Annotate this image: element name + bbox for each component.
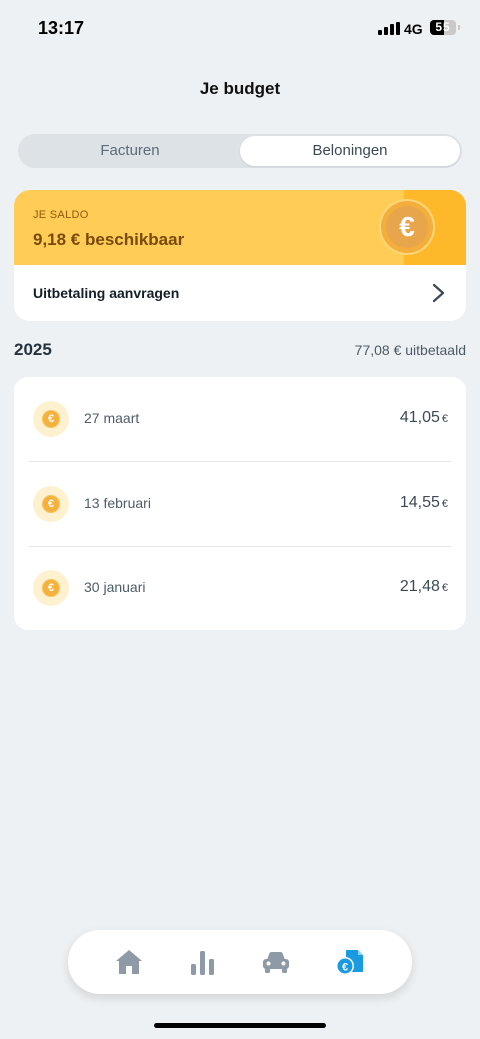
saldo-amount: 9,18 € beschikbaar xyxy=(33,230,185,249)
tab-beloningen[interactable]: Beloningen xyxy=(240,136,460,166)
request-payout-button[interactable]: Uitbetaling aanvragen xyxy=(14,265,466,321)
euro-coin-icon: € xyxy=(33,486,69,522)
euro-document-icon[interactable]: € xyxy=(334,946,366,978)
page-title: Je budget xyxy=(199,79,281,98)
bottom-nav: € xyxy=(68,930,412,994)
battery-tip xyxy=(458,25,460,30)
euro-symbol: € xyxy=(386,206,428,248)
euro-coin-icon: € xyxy=(33,401,69,437)
home-icon[interactable] xyxy=(113,946,145,978)
list-item[interactable]: € 27 maart 41,05 € xyxy=(14,377,466,461)
year-label: 2025 xyxy=(14,340,52,359)
network-label: 4G xyxy=(404,21,423,37)
bar-chart-icon[interactable] xyxy=(186,946,218,978)
signal-icon xyxy=(378,22,400,35)
payout-amount: 41,05 € xyxy=(399,409,448,426)
status-time: 13:17 xyxy=(38,18,85,38)
saldo-label: JE SALDO xyxy=(33,209,89,221)
euro-coin-icon: € xyxy=(381,201,433,253)
payout-date: 13 februari xyxy=(84,495,151,511)
payout-amount: 14,55 € xyxy=(399,494,448,511)
saldo-card: JE SALDO 9,18 € beschikbaar € Uitbetalin… xyxy=(14,190,466,321)
payout-amount: 21,48 € xyxy=(399,578,448,595)
car-icon[interactable] xyxy=(260,946,292,978)
battery-icon: 55 xyxy=(430,20,456,35)
chevron-right-icon xyxy=(432,283,445,303)
battery-level: 55 xyxy=(435,20,451,34)
segmented-control: Facturen Beloningen xyxy=(18,134,462,168)
saldo-header: JE SALDO 9,18 € beschikbaar € xyxy=(14,190,466,265)
payout-list: € 27 maart 41,05 € € 13 februari 14,55 € €… xyxy=(14,377,466,630)
status-bar: 13:17 4G 55 xyxy=(0,0,480,56)
list-item[interactable]: € 30 januari 21,48 € xyxy=(14,546,466,630)
svg-text:€: € xyxy=(342,962,348,974)
year-total: 77,08 € uitbetaald xyxy=(354,342,466,358)
payout-date: 27 maart xyxy=(84,410,140,426)
payout-date: 30 januari xyxy=(84,579,146,595)
home-indicator xyxy=(154,1023,326,1028)
tab-facturen[interactable]: Facturen xyxy=(20,136,240,166)
euro-coin-icon: € xyxy=(33,570,69,606)
list-item[interactable]: € 13 februari 14,55 € xyxy=(14,462,466,546)
request-payout-label: Uitbetaling aanvragen xyxy=(33,285,180,301)
